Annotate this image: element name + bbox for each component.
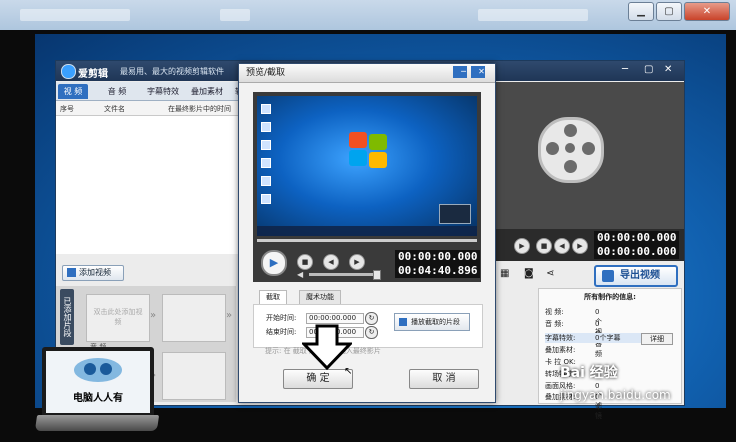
dialog-timecode-total: 00:04:40.896 xyxy=(395,264,481,278)
dialog-title: 预览/截取 xyxy=(246,68,286,78)
windows-logo-icon xyxy=(349,132,389,168)
export-video-button[interactable]: 导出视频 xyxy=(594,265,678,287)
tab-cut[interactable]: 截取 xyxy=(259,290,287,304)
dialog-player: ▶ ■ ◀ ▶ ◀ 00:00:00.000 00:04:40.896 xyxy=(253,92,481,282)
film-reel-icon xyxy=(538,117,604,183)
app-slogan: 最易用、最大的视频剪辑软件 xyxy=(120,67,224,76)
volume-knob[interactable] xyxy=(373,270,381,280)
add-video-label: 添加视频 xyxy=(79,268,111,277)
tab-overlay[interactable]: 叠加素材 xyxy=(186,84,228,99)
app-minimize-icon[interactable]: ─ xyxy=(622,64,628,75)
info-row: 音 频:0个音频 xyxy=(545,320,602,358)
end-time-label: 结束时间: xyxy=(266,328,297,336)
watermark-brand: Bai 经验 xyxy=(560,365,618,381)
watermark-url: jingyan.baidu.com xyxy=(560,388,671,402)
dialog-stop-icon[interactable]: ■ xyxy=(297,254,313,270)
main-preview xyxy=(492,82,684,248)
tab-magic[interactable]: 魔术功能 xyxy=(299,290,341,304)
laptop-logo: 电脑人人有 xyxy=(34,347,162,435)
cut-form: 开始时间: 00:00:00.000 ↻ 结束时间: 00:00:00.000 … xyxy=(253,304,483,348)
dialog-tabs: 截取 魔术功能 xyxy=(253,290,481,305)
dialog-minimize-icon[interactable]: ─ xyxy=(453,66,467,78)
file-table-header: 序号 文件名 在最终影片中的时间 xyxy=(56,101,246,116)
app-logo-icon xyxy=(61,64,76,79)
clip-slot[interactable] xyxy=(162,352,226,400)
minimize-button[interactable]: ▁ xyxy=(628,2,654,21)
app-close-icon[interactable]: ✕ xyxy=(664,64,672,75)
start-time-reset-icon[interactable]: ↻ xyxy=(365,312,378,325)
preview-cut-dialog: 预览/截取 ─ ✕ ▶ ■ ◀ ▶ ◀ 00:00:00.000 00:04:4… xyxy=(238,63,496,403)
main-stop-icon[interactable]: ■ xyxy=(536,238,552,254)
tab-video[interactable]: 视 频 xyxy=(58,84,88,99)
col-index: 序号 xyxy=(60,105,74,113)
clip-slot[interactable] xyxy=(162,294,226,342)
play-selection-icon xyxy=(399,318,407,326)
outer-window-titlebar: ▁ ▢ ✕ xyxy=(0,0,736,31)
main-player-controls: ▶ ■ ◀ ▶ 00:00:00.000 00:00:00.000 xyxy=(492,229,684,261)
baidu-watermark: Bai 经验 jingyan.baidu.com xyxy=(560,362,730,412)
end-time-reset-icon[interactable]: ↻ xyxy=(365,326,378,339)
app-name: 爱剪辑 xyxy=(78,69,108,80)
main-timecode-current: 00:00:00.000 xyxy=(594,231,680,245)
main-next-icon[interactable]: ▶ xyxy=(572,238,588,254)
dialog-titlebar: 预览/截取 ─ ✕ xyxy=(239,64,495,83)
col-filename: 文件名 xyxy=(104,105,125,113)
video-preview-screen xyxy=(257,96,477,236)
laptop-thumbnail xyxy=(439,204,471,224)
export-icon xyxy=(602,270,614,282)
cancel-button[interactable]: 取 消 xyxy=(409,369,479,389)
col-time: 在最终影片中的时间 xyxy=(168,105,231,113)
ok-button[interactable]: 确 定 xyxy=(283,369,353,389)
play-selection-button[interactable]: 播放截取的片段 xyxy=(394,313,470,331)
down-arrow-icon xyxy=(302,324,352,370)
add-video-icon xyxy=(67,268,76,277)
volume-icon[interactable]: ◀ xyxy=(297,270,303,279)
tab-subtitles[interactable]: 字幕特效 xyxy=(142,84,184,99)
info-row: 视 频:0个视频 xyxy=(545,308,602,346)
dialog-close-icon[interactable]: ✕ xyxy=(471,66,485,78)
main-timecode-total: 00:00:00.000 xyxy=(594,245,680,259)
dialog-timecode-current: 00:00:00.000 xyxy=(395,250,481,264)
strip-arrow-icon: » xyxy=(226,310,233,321)
detail-button[interactable]: 详细 xyxy=(641,333,673,345)
clip-slot[interactable]: 双击此处添加视频 xyxy=(86,294,150,342)
main-prev-icon[interactable]: ◀ xyxy=(554,238,570,254)
dialog-tip: 提示: 在 截取 的时间... 插入最终影片 xyxy=(265,347,381,355)
mouse-cursor-icon: ↖ xyxy=(344,366,353,377)
seek-bar[interactable] xyxy=(257,239,477,242)
play-selection-label: 播放截取的片段 xyxy=(411,318,460,326)
close-button[interactable]: ✕ xyxy=(684,2,730,21)
laptop-text: 电脑人人有 xyxy=(73,393,123,404)
maximize-button[interactable]: ▢ xyxy=(656,2,682,21)
info-row: 字幕特效: 0个字幕 xyxy=(545,333,641,343)
added-clips-label: 已添加片段 xyxy=(60,289,74,345)
laptop-art-icon xyxy=(74,358,122,382)
dialog-prev-icon[interactable]: ◀ xyxy=(323,254,339,270)
camera-icon[interactable]: ◙ xyxy=(524,268,534,279)
dialog-play-icon[interactable]: ▶ xyxy=(261,250,287,276)
start-time-label: 开始时间: xyxy=(266,314,297,322)
share-icon[interactable]: ⋖ xyxy=(546,268,554,279)
main-play-icon[interactable]: ▶ xyxy=(514,238,530,254)
tab-audio[interactable]: 音 频 xyxy=(102,84,132,99)
info-title: 所有制作的信息: xyxy=(584,293,636,301)
info-row: 叠加素材: xyxy=(545,346,576,354)
export-label: 导出视频 xyxy=(620,270,660,281)
dialog-next-icon[interactable]: ▶ xyxy=(349,254,365,270)
file-table[interactable] xyxy=(56,116,246,254)
titlebar-ghost-text xyxy=(20,9,130,21)
titlebar-ghost-text xyxy=(478,9,588,21)
volume-slider[interactable] xyxy=(309,273,379,276)
add-video-button[interactable]: 添加视频 xyxy=(62,265,124,281)
app-tabs: 视 频 音 频 字幕特效 叠加素材 转 xyxy=(56,82,256,101)
laptop-screen: 电脑人人有 xyxy=(42,347,154,417)
app-maximize-icon[interactable]: ▢ xyxy=(644,64,653,75)
titlebar-ghost-text xyxy=(220,9,250,21)
strip-arrow-icon: » xyxy=(150,310,157,321)
taskbar xyxy=(257,226,477,236)
clip-placeholder-text: 双击此处添加视频 xyxy=(93,308,143,326)
tool-icon[interactable]: ▦ xyxy=(500,268,509,279)
start-time-input[interactable]: 00:00:00.000 xyxy=(306,313,364,324)
laptop-base xyxy=(34,415,160,431)
